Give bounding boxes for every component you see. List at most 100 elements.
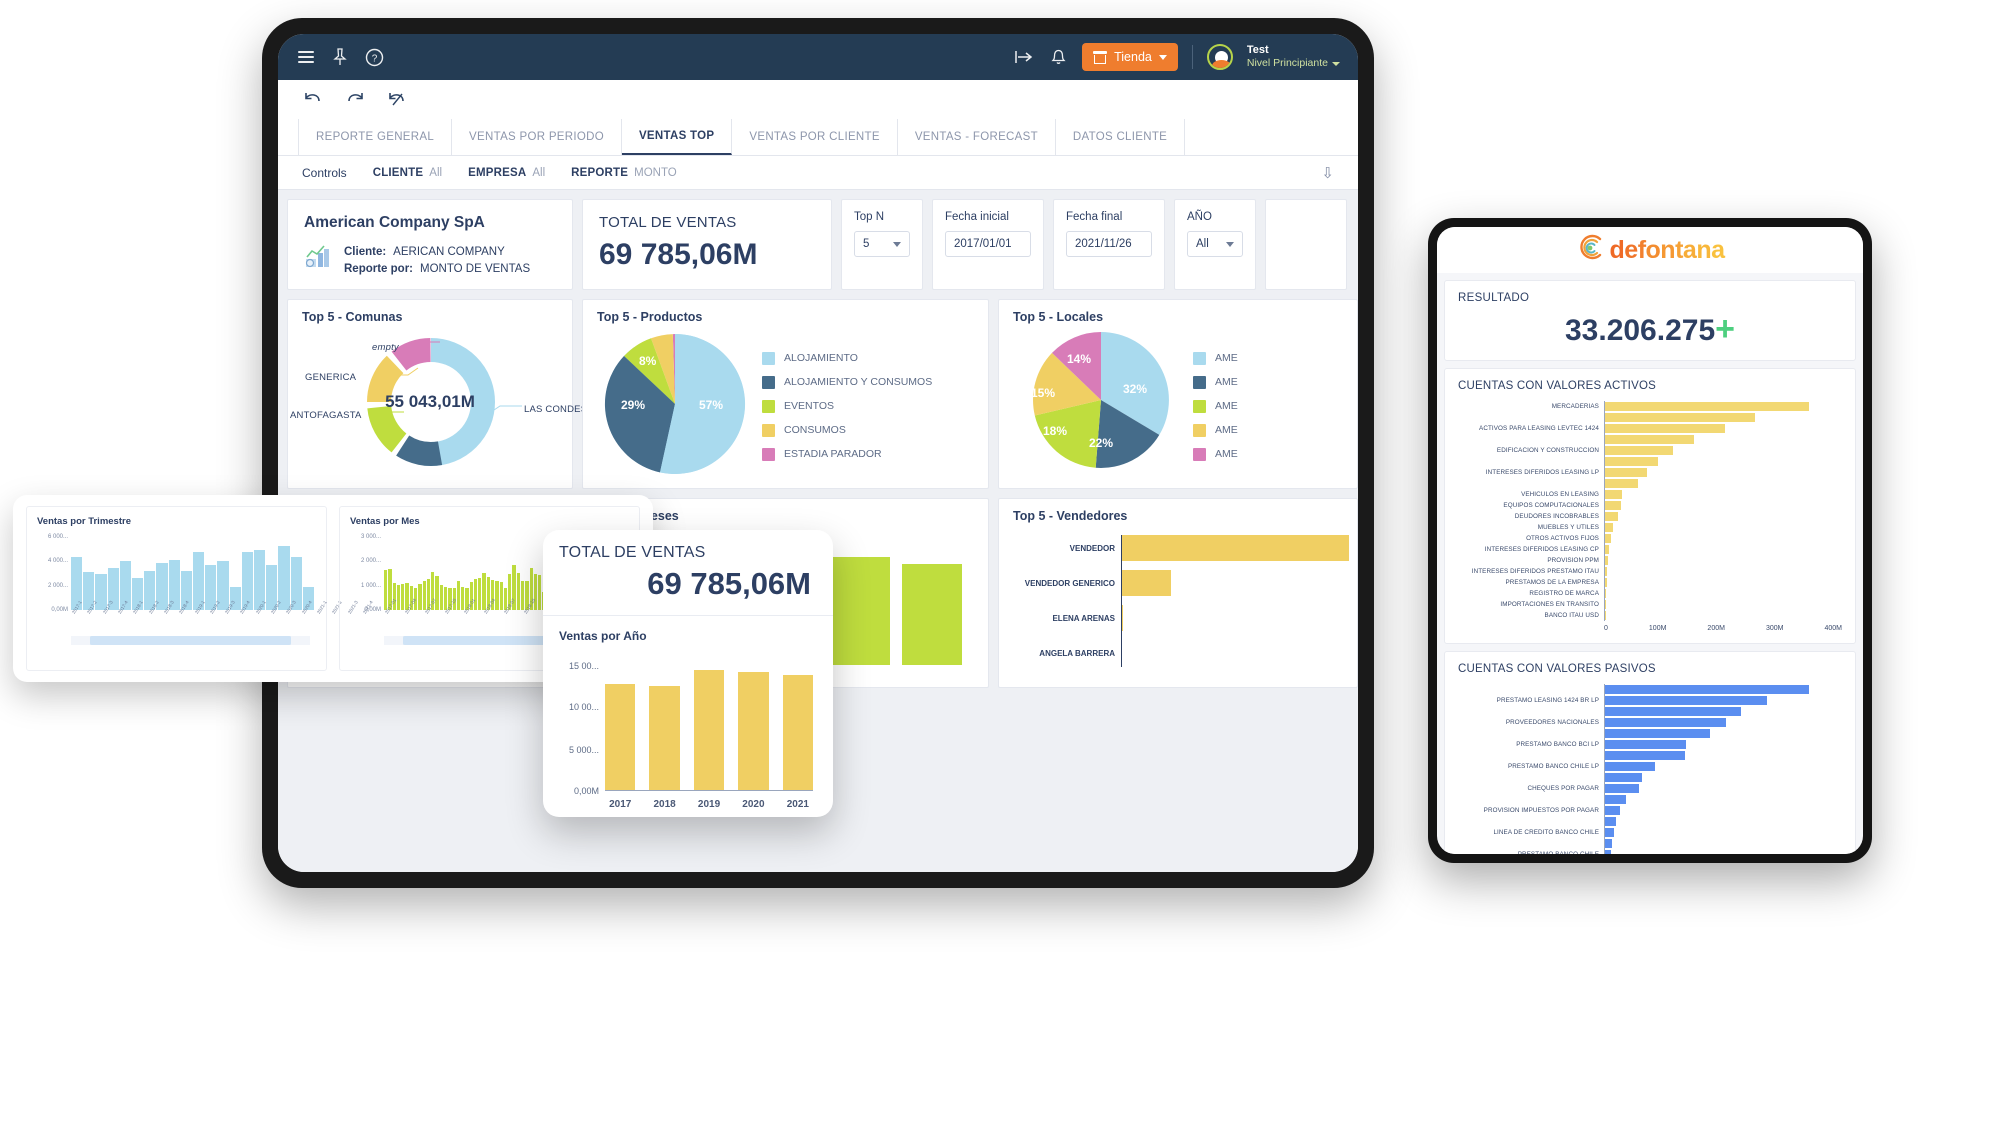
control-reporte[interactable]: REPORTE MONTO — [571, 167, 677, 179]
hbar-track — [1604, 478, 1842, 489]
hbar-row: INTERESES DIFERIDOS LEASING LP — [1458, 467, 1842, 478]
legend-label: ESTADIA PARADOR — [784, 448, 882, 460]
filter-value: 5 — [863, 238, 870, 250]
hbar-track — [1604, 695, 1842, 706]
legend-item[interactable]: EVENTOS — [762, 399, 932, 413]
card-cuentas-pasivos: CUENTAS CON VALORES PASIVOS PRESTAMO LEA… — [1444, 651, 1856, 854]
legend-item[interactable]: AME — [1193, 351, 1238, 365]
tab-datos-cliente[interactable]: DATOS CLIENTE — [1056, 119, 1186, 155]
control-empresa[interactable]: EMPRESA All — [468, 167, 545, 179]
reset-icon[interactable] — [386, 90, 406, 110]
phone-screen: defontana RESULTADO 33.206.275+ CUENTAS … — [1437, 227, 1863, 854]
tienda-button[interactable]: Tienda — [1082, 43, 1178, 71]
help-icon[interactable]: ? — [364, 47, 384, 67]
phone-header: defontana — [1437, 227, 1863, 273]
filter-value: All — [1196, 238, 1209, 250]
card-cuentas-activos: CUENTAS CON VALORES ACTIVOS MERCADERIAS A… — [1444, 368, 1856, 644]
hbar-track — [1604, 412, 1842, 423]
tab-reporte-general[interactable]: REPORTE GENERAL — [298, 119, 453, 155]
fecha-inicial-input[interactable]: 2017/01/01 — [945, 231, 1031, 257]
user-menu[interactable]: Test Nivel Principiante — [1247, 44, 1340, 70]
pin-icon[interactable] — [330, 47, 350, 67]
fecha-final-input[interactable]: 2021/11/26 — [1066, 231, 1152, 257]
legend-swatch — [762, 423, 775, 437]
hbar-fill — [1604, 479, 1639, 488]
hbar-label: MERCADERIAS — [1551, 403, 1599, 410]
legend-item[interactable]: AME — [1193, 399, 1238, 413]
legend-label: EVENTOS — [784, 400, 834, 412]
y-tick: 2 000... — [47, 582, 68, 589]
hbar-fill — [1604, 751, 1685, 760]
legend-item[interactable]: ALOJAMIENTO — [762, 351, 932, 365]
legend-item[interactable]: AME — [1193, 375, 1238, 389]
hbar-row — [1458, 750, 1842, 761]
scrollbar-right-end[interactable] — [290, 636, 310, 645]
kpi-label: TOTAL DE VENTAS — [599, 214, 737, 231]
hbar-row: ACTIVOS PARA LEASING LEVTEC 1424 — [1458, 423, 1842, 434]
user-name: Test — [1246, 44, 1269, 57]
control-value: MONTO — [634, 166, 677, 179]
top-n-select[interactable]: 5 — [854, 231, 910, 257]
pie-chart-locales: 32% 22% 18% 15% 14% — [1013, 326, 1193, 486]
pie-label-32: 32% — [1123, 382, 1148, 396]
bell-icon[interactable] — [1048, 47, 1068, 67]
hbar-track — [1604, 511, 1842, 522]
y-tick: 2 000... — [360, 557, 381, 564]
ano-select[interactable]: All — [1187, 231, 1243, 257]
tab-ventas-forecast[interactable]: VENTAS - FORECAST — [898, 119, 1056, 155]
shop-icon — [1093, 50, 1108, 64]
floating-card-total-ventas: TOTAL DE VENTAS 69 785,06M Ventas por Añ… — [543, 530, 833, 817]
legend-label: AME — [1215, 448, 1238, 460]
hbar-fill — [1604, 457, 1658, 466]
redo-icon[interactable] — [344, 90, 364, 110]
hbar-fill — [1604, 773, 1643, 782]
tab-ventas-por-cliente[interactable]: VENTAS POR CLIENTE — [732, 119, 898, 155]
legend-item[interactable]: AME — [1193, 447, 1238, 461]
chevron-down-icon — [1158, 54, 1167, 60]
hbar-track — [1604, 706, 1842, 717]
company-reporte-row: Reporte por: MONTO DE VENTAS — [344, 263, 530, 275]
legend-item[interactable]: AME — [1193, 423, 1238, 437]
legend-swatch — [1193, 351, 1206, 365]
legend-item[interactable]: ALOJAMIENTO Y CONSUMOS — [762, 375, 932, 389]
hbar-row — [1458, 456, 1842, 467]
hbar-label: EDIFICACION Y CONSTRUCCION — [1496, 447, 1599, 454]
undo-icon[interactable] — [302, 90, 322, 110]
hbar-label: VEHICULOS EN LEASING — [1521, 491, 1599, 498]
hbar-track — [1604, 544, 1842, 555]
hbar-fill — [1604, 839, 1613, 848]
defontana-logo-icon — [1576, 234, 1603, 266]
hbar-track — [1604, 805, 1842, 816]
control-key: CLIENTE — [372, 166, 424, 179]
tab-ventas-por-periodo[interactable]: VENTAS POR PERIODO — [452, 119, 622, 155]
hbar-row: PROVEEDORES NACIONALES — [1458, 717, 1842, 728]
legend-item[interactable]: CONSUMOS — [762, 423, 932, 437]
hbar-track — [1604, 522, 1842, 533]
chevron-double-down-icon[interactable]: ⇩ — [1321, 164, 1334, 182]
legend-item[interactable]: ESTADIA PARADOR — [762, 447, 932, 461]
chart-title: Ventas por Trimestre — [37, 516, 131, 527]
hbar-track — [1604, 434, 1842, 445]
hamburger-icon[interactable] — [296, 47, 316, 67]
logout-icon[interactable] — [1014, 47, 1034, 67]
chart-scrollbar[interactable] — [71, 636, 310, 645]
hbar-label: OTROS ACTIVOS FIJOS — [1526, 535, 1599, 542]
hbar-row: OTROS ACTIVOS FIJOS — [1458, 533, 1842, 544]
scrollbar-left-end[interactable] — [384, 636, 404, 645]
hbar-fill — [1604, 740, 1687, 749]
controls-title: Controls — [302, 165, 347, 180]
company-card: American Company SpA Cliente: AERICAN CO… — [287, 199, 573, 290]
hbar-track — [1604, 533, 1842, 544]
hbar-row — [1458, 772, 1842, 783]
phone-device: defontana RESULTADO 33.206.275+ CUENTAS … — [1428, 218, 1872, 863]
avatar[interactable] — [1206, 44, 1233, 70]
hbar-chart-activos: MERCADERIAS ACTIVOS PARA LEASING LEVTEC 1… — [1458, 401, 1842, 632]
hbar-track — [1604, 555, 1842, 566]
hbar-row — [1458, 794, 1842, 805]
scrollbar-left-end[interactable] — [71, 636, 91, 645]
hbar-row: PRESTAMO BANCO BCI LP — [1458, 739, 1842, 750]
scrollbar-thumb[interactable] — [90, 636, 291, 645]
control-cliente[interactable]: CLIENTE All — [373, 167, 442, 179]
tab-ventas-top[interactable]: VENTAS TOP — [621, 119, 733, 155]
hbar-track — [1604, 456, 1842, 467]
